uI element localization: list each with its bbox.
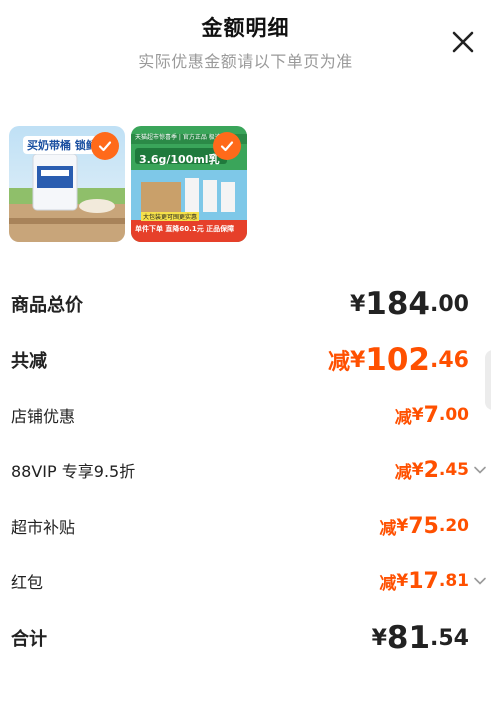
checkmark-icon[interactable] — [213, 132, 241, 160]
row-label: 超市补贴 — [11, 518, 76, 537]
scroll-edge — [485, 350, 491, 410]
row-red-packet[interactable]: 红包 减 ¥17.81 — [11, 566, 487, 596]
row-label: 共减 — [11, 351, 47, 372]
sheet-header: 金额明细 实际优惠金额请以下单页为准 — [0, 0, 491, 80]
product-thumb-milk-bucket[interactable]: 买奶带桶 锁鲜 — [9, 126, 125, 242]
row-label: 店铺优惠 — [11, 407, 76, 426]
row-label: 合计 — [11, 629, 47, 650]
product-banner-bottom: 大包装更可囤更实惠 — [141, 212, 200, 221]
sheet-title: 金额明细 — [201, 16, 290, 40]
row-store-discount: 店铺优惠 减 ¥7.00 — [11, 400, 469, 430]
sheet-subtitle: 实际优惠金额请以下单页为准 — [138, 52, 353, 71]
row-total-discount: 共减 减 ¥102.46 — [11, 340, 469, 380]
subsidy-value: 减 ¥75.20 — [379, 513, 469, 539]
store-discount-value: 减 ¥7.00 — [394, 402, 469, 428]
grand-total-value: ¥81.54 — [371, 620, 469, 656]
chevron-down-icon[interactable] — [473, 463, 487, 477]
row-label: 红包 — [11, 573, 44, 592]
red-packet-value: 减 ¥17.81 — [379, 569, 487, 594]
product-thumb-milk-box[interactable]: 天猫超市惊喜季 | 官方正品 极速发货 3.6g/100ml乳 大包装更可囤更实… — [131, 126, 247, 242]
row-88vip-discount[interactable]: 88VIP 专享9.5折 减 ¥2.45 — [11, 455, 487, 485]
product-banner-mid: 3.6g/100ml乳 — [139, 153, 220, 166]
close-icon[interactable] — [449, 28, 477, 56]
row-grand-total: 合计 ¥81.54 — [11, 618, 469, 658]
product-tag: 单件下单 直降60.1元 正品保障 — [135, 225, 235, 233]
product-banner: 买奶带桶 锁鲜 — [23, 136, 101, 154]
total-discount-value: 减 ¥102.46 — [327, 342, 469, 378]
row-label: 88VIP 专享9.5折 — [11, 462, 136, 481]
row-subtotal: 商品总价 ¥184.00 — [11, 284, 469, 324]
product-thumbnails: 买奶带桶 锁鲜 天猫超市惊喜季 | 官方正品 极速发货 3.6g/100ml乳 … — [9, 126, 247, 242]
vip-discount-value: 减 ¥2.45 — [395, 458, 487, 483]
checkmark-icon[interactable] — [91, 132, 119, 160]
subtotal-value: ¥184.00 — [349, 286, 469, 322]
row-supermarket-subsidy: 超市补贴 减 ¥75.20 — [11, 511, 469, 541]
chevron-down-icon[interactable] — [473, 574, 487, 588]
row-label: 商品总价 — [11, 295, 83, 316]
